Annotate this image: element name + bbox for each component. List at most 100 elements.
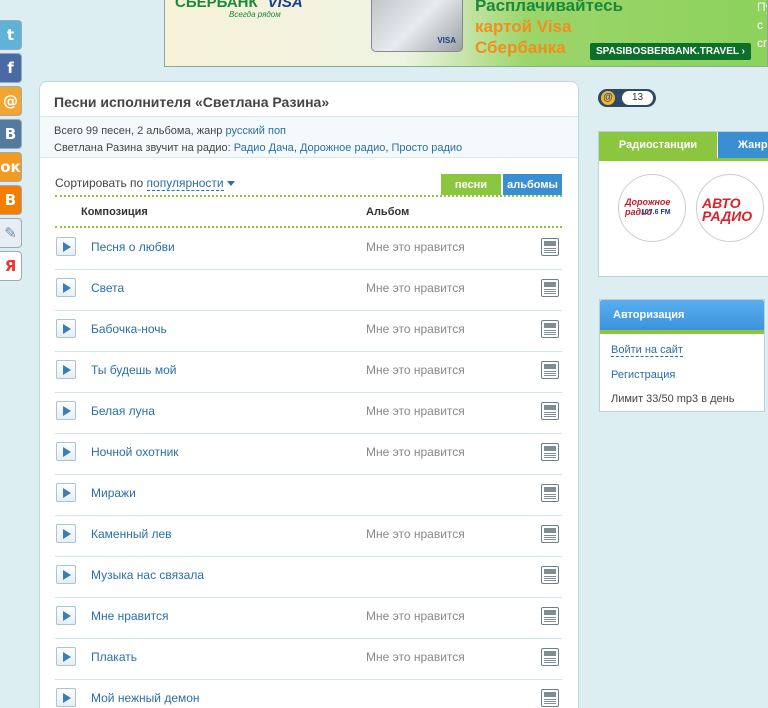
play-icon[interactable] — [56, 483, 76, 502]
bank-card-image: VISA — [371, 0, 463, 52]
song-title-link[interactable]: Каменный лев — [91, 527, 172, 541]
tab-songs[interactable]: песни — [441, 174, 501, 195]
song-title-link[interactable]: Света — [91, 281, 124, 295]
livejournal-icon[interactable]: ✎ — [0, 218, 22, 248]
download-icon[interactable] — [541, 279, 559, 297]
summary-text: Всего 99 песен, 2 альбома, жанр — [54, 125, 226, 137]
auth-title: Авторизация — [600, 300, 764, 330]
register-link[interactable]: Регистрация — [611, 369, 675, 381]
download-icon[interactable] — [541, 361, 559, 379]
play-icon[interactable] — [56, 401, 76, 420]
song-title-link[interactable]: Плакать — [91, 650, 137, 664]
banner-right-text-1: Пу — [757, 0, 767, 14]
download-icon[interactable] — [541, 607, 559, 625]
table-row: Мне нравится Мне это нравится — [55, 598, 562, 639]
advertisement-banner[interactable]: СБЕРБАНК VISA Всегда рядом VISA Расплачив… — [164, 0, 768, 67]
sort-toolbar: Сортировать по популярности песни альбом… — [55, 174, 562, 197]
play-icon[interactable] — [56, 647, 76, 666]
mailru-icon[interactable]: @ — [0, 86, 22, 116]
vkontakte-icon[interactable]: B — [0, 119, 22, 149]
tab-radiostations[interactable]: Радиостанции — [599, 132, 717, 158]
genre-link[interactable]: русский поп — [225, 125, 286, 137]
download-limit: Лимит 33/50 mp3 в день — [611, 393, 735, 405]
radio-logo-avtoradio[interactable]: АВТО РАДИО — [696, 174, 764, 242]
twitter-icon[interactable]: t — [0, 20, 22, 50]
mail-counter[interactable]: @ 13 — [598, 89, 656, 107]
table-row: Белая луна Мне это нравится — [55, 393, 562, 434]
play-icon[interactable] — [56, 360, 76, 379]
play-icon[interactable] — [56, 688, 76, 707]
radio-logo-avtoradio-text: АВТО РАДИО — [702, 195, 753, 224]
artist-info: Всего 99 песен, 2 альбома, жанр русский … — [40, 116, 578, 158]
sort-label: Сортировать по — [55, 176, 147, 190]
table-row: Миражи — [55, 475, 562, 516]
table-row: Музыка нас связала — [55, 557, 562, 598]
blogger-icon[interactable]: B — [0, 185, 22, 215]
download-icon[interactable] — [541, 402, 559, 420]
chevron-down-icon[interactable] — [226, 181, 235, 187]
play-icon[interactable] — [56, 606, 76, 625]
radio-link-dorozhnoe[interactable]: Дорожное радио — [300, 142, 385, 154]
banner-slogan: Всегда рядом — [229, 10, 281, 19]
radio-logo-dorozhnoe[interactable]: Дорожное радио 107.6 FM — [618, 174, 686, 242]
song-title-link[interactable]: Мне нравится — [91, 609, 169, 623]
album-name: Мне это нравится — [366, 281, 465, 295]
table-row: Плакать Мне это нравится — [55, 639, 562, 680]
table-header: Композиция Альбом — [55, 200, 562, 228]
song-title-link[interactable]: Музыка нас связала — [91, 568, 204, 582]
card-visa-label: VISA — [437, 36, 456, 45]
column-header-composition: Композиция — [81, 206, 148, 218]
odnoklassniki-icon[interactable]: ок — [0, 152, 22, 182]
mail-icon: @ — [601, 91, 615, 105]
banner-right-text-2: с — [757, 18, 763, 32]
radio-prefix: Светлана Разина звучит на радио: — [54, 142, 234, 154]
song-title-link[interactable]: Ты будешь мой — [91, 363, 177, 377]
download-icon[interactable] — [541, 443, 559, 461]
yandex-icon[interactable]: Я — [0, 251, 22, 281]
radio-link-prosto[interactable]: Просто радио — [392, 142, 463, 154]
radio-link-dacha[interactable]: Радио Дача — [234, 142, 294, 154]
download-icon[interactable] — [541, 484, 559, 502]
play-icon[interactable] — [56, 278, 76, 297]
play-icon[interactable] — [56, 524, 76, 543]
table-row: Каменный лев Мне это нравится — [55, 516, 562, 557]
tab-genres[interactable]: Жанр — [718, 132, 768, 158]
banner-right-text: Пу с сп — [757, 0, 767, 52]
song-title-link[interactable]: Ночной охотник — [91, 445, 179, 459]
album-name: Мне это нравится — [366, 322, 465, 336]
banner-url-button[interactable]: SPASIBOSBERBANK.TRAVEL › — [590, 43, 751, 60]
column-header-album: Альбом — [366, 206, 410, 218]
radio-logo-dorozhnoe-freq: 107.6 FM — [641, 209, 671, 216]
song-title-link[interactable]: Бабочка-ночь — [91, 322, 167, 336]
play-icon[interactable] — [56, 237, 76, 256]
tab-albums[interactable]: альбомы — [503, 174, 562, 195]
download-icon[interactable] — [541, 648, 559, 666]
radio-stations-widget: Радиостанции Жанр Дорожное радио 107.6 F… — [598, 131, 768, 277]
song-title-link[interactable]: Песня о любви — [91, 240, 175, 254]
download-icon[interactable] — [541, 238, 559, 256]
table-row: Света Мне это нравится — [55, 270, 562, 311]
table-row: Ты будешь мой Мне это нравится — [55, 352, 562, 393]
song-title-link[interactable]: Миражи — [91, 486, 136, 500]
album-name: Мне это нравится — [366, 527, 465, 541]
sort-dropdown[interactable]: популярности — [146, 176, 224, 191]
play-icon[interactable] — [56, 319, 76, 338]
song-title-link[interactable]: Белая луна — [91, 404, 155, 418]
download-icon[interactable] — [541, 566, 559, 584]
play-icon[interactable] — [56, 442, 76, 461]
song-title-link[interactable]: Мой нежный демон — [91, 691, 200, 705]
auth-underline — [600, 330, 764, 334]
login-link[interactable]: Войти на сайт — [611, 344, 683, 357]
album-name: Мне это нравится — [366, 609, 465, 623]
album-name: Мне это нравится — [366, 240, 465, 254]
auth-widget: Авторизация Войти на сайт Регистрация Ли… — [599, 299, 765, 412]
facebook-icon[interactable]: f — [0, 53, 22, 83]
banner-headline-line1: Расплачивайтесь — [475, 0, 624, 15]
download-icon[interactable] — [541, 525, 559, 543]
counter-value: 13 — [622, 91, 653, 105]
artist-radio-line: Светлана Разина звучит на радио: Радио Д… — [54, 140, 564, 157]
download-icon[interactable] — [541, 320, 559, 338]
banner-headline-line2: картой Visa — [475, 17, 572, 36]
download-icon[interactable] — [541, 689, 559, 707]
play-icon[interactable] — [56, 565, 76, 584]
